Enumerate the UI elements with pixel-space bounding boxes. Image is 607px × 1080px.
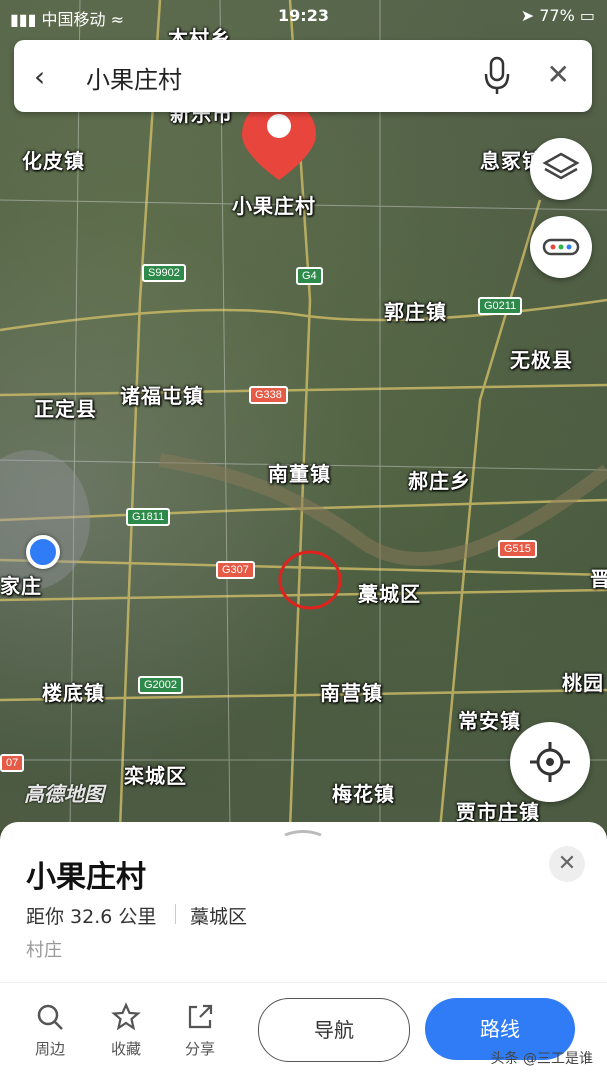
- map-place-label[interactable]: 郭庄镇: [384, 296, 447, 325]
- satellite-map[interactable]: 木村乡 新乐市 化皮镇 小果庄村 息冢镇 郭庄镇 无极县 诸福屯镇 正定县 南董镇 郝庄乡 家庄 藁城区…: [0, 0, 607, 830]
- map-place-label[interactable]: 藁城区: [358, 578, 421, 607]
- back-icon[interactable]: ‹: [34, 60, 45, 93]
- clear-icon[interactable]: ✕: [547, 58, 570, 91]
- clock: 19:23: [278, 6, 329, 25]
- share-button[interactable]: 分享: [172, 1002, 228, 1059]
- road-badge: 07: [0, 754, 25, 772]
- map-place-label[interactable]: 郝庄乡: [408, 465, 471, 494]
- road-badge: G515: [498, 540, 537, 558]
- share-icon: [172, 1002, 228, 1038]
- navigate-button[interactable]: 导航: [258, 998, 410, 1062]
- map-place-label[interactable]: 桃园: [562, 667, 604, 696]
- layers-button[interactable]: [530, 138, 592, 200]
- current-location-icon: [26, 535, 60, 569]
- map-place-label[interactable]: 楼底镇: [42, 677, 105, 706]
- battery: ➤ 77% ▭: [520, 6, 595, 25]
- microphone-icon[interactable]: [484, 56, 510, 100]
- status-bar: ▮▮▮ 中国移动 ≈ 19:23 ➤ 77% ▭: [0, 0, 607, 34]
- map-place-label[interactable]: 南董镇: [268, 458, 331, 487]
- favorite-button[interactable]: 收藏: [98, 1002, 154, 1059]
- divider: [0, 982, 607, 983]
- drag-handle-icon[interactable]: [283, 830, 323, 836]
- star-icon: [98, 1002, 154, 1038]
- close-sheet-button[interactable]: ✕: [549, 846, 585, 882]
- credit-watermark: 头条 @三工是谁: [490, 1051, 593, 1067]
- road-badge: G1811: [126, 508, 171, 526]
- more-icon: [542, 238, 580, 256]
- crosshair-icon: [530, 742, 570, 782]
- map-place-label[interactable]: 晋: [590, 563, 607, 592]
- nearby-label: 周边: [34, 1040, 65, 1058]
- search-query[interactable]: 小果庄村: [86, 60, 182, 95]
- road-badge: S9902: [142, 264, 186, 282]
- road-badge: G2002: [138, 676, 184, 694]
- map-place-label[interactable]: 诸福屯镇: [120, 380, 204, 409]
- favorite-label: 收藏: [110, 1040, 141, 1058]
- layers-icon: [542, 152, 580, 180]
- search-bar[interactable]: ‹ 小果庄村 ✕: [14, 40, 592, 112]
- place-title: 小果庄村: [26, 860, 146, 895]
- locate-me-button[interactable]: [510, 722, 590, 802]
- place-detail-sheet[interactable]: 小果庄村 ✕ 距你 32.6 公里 藁城区 村庄 周边 收藏 分享 导航 路线 …: [0, 822, 607, 1080]
- map-place-label[interactable]: 南营镇: [320, 677, 383, 706]
- road-badge: G0211: [478, 297, 523, 315]
- map-place-label[interactable]: 正定县: [34, 393, 97, 422]
- share-label: 分享: [184, 1040, 215, 1058]
- more-tools-button[interactable]: [530, 216, 592, 278]
- road-badge: G338: [249, 386, 288, 404]
- road-badge: G4: [296, 267, 323, 285]
- map-place-label[interactable]: 化皮镇: [22, 145, 85, 174]
- map-place-label[interactable]: 小果庄村: [232, 190, 316, 219]
- map-place-label[interactable]: 家庄: [0, 570, 42, 599]
- map-place-label[interactable]: 栾城区: [124, 760, 187, 789]
- map-brand: 高德地图: [24, 782, 104, 806]
- search-icon: [22, 1002, 78, 1038]
- map-place-label[interactable]: 梅花镇: [332, 778, 395, 807]
- road-badge: G307: [216, 561, 255, 579]
- map-place-label[interactable]: 无极县: [510, 344, 573, 373]
- nearby-button[interactable]: 周边: [22, 1002, 78, 1059]
- location-pin-icon[interactable]: [242, 100, 316, 184]
- distance-text: 距你 32.6 公里: [26, 906, 157, 928]
- divider: [175, 904, 176, 924]
- district-text: 藁城区: [190, 906, 248, 928]
- category-text: 村庄: [26, 940, 62, 961]
